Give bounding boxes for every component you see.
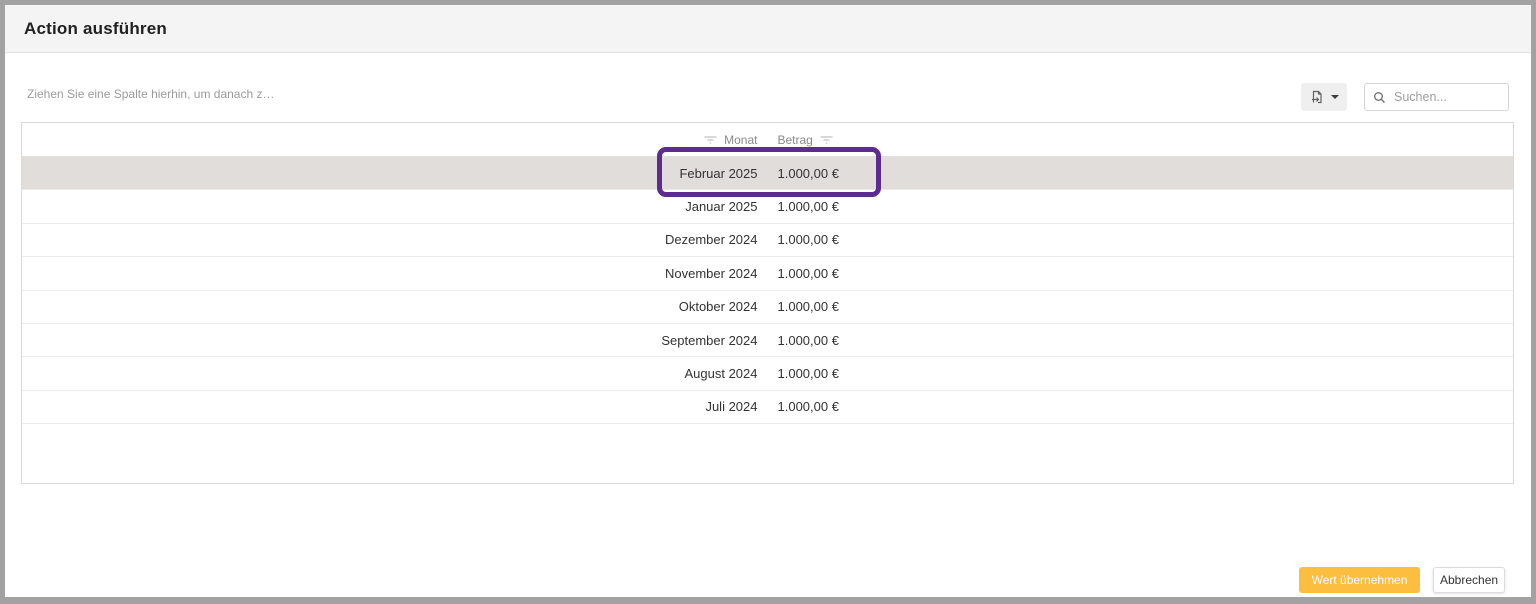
- page-title: Action ausführen: [24, 5, 167, 52]
- header-filter-icon[interactable]: [704, 135, 717, 145]
- apply-value-button[interactable]: Wert übernehmen: [1299, 567, 1420, 593]
- group-panel-hint: Ziehen Sie eine Spalte hierhin, um danac…: [27, 87, 274, 101]
- cell-betrag: 1.000,00 €: [768, 266, 1514, 281]
- chevron-down-icon: [1331, 95, 1339, 99]
- cell-monat: Februar 2025: [22, 166, 768, 181]
- cell-betrag: 1.000,00 €: [768, 366, 1514, 381]
- table-row[interactable]: Juli 2024 1.000,00 €: [22, 391, 1513, 424]
- search-box[interactable]: [1364, 83, 1509, 111]
- data-grid: Monat Betrag Februar 2025 1.000,00 € Jan…: [21, 122, 1514, 484]
- column-header-monat[interactable]: Monat: [22, 133, 768, 147]
- table-row[interactable]: Februar 2025 1.000,00 €: [22, 157, 1513, 190]
- cancel-button[interactable]: Abbrechen: [1433, 567, 1505, 593]
- cell-monat: Oktober 2024: [22, 299, 768, 314]
- cell-betrag: 1.000,00 €: [768, 166, 1514, 181]
- table-row[interactable]: Januar 2025 1.000,00 €: [22, 190, 1513, 223]
- cell-betrag: 1.000,00 €: [768, 399, 1514, 414]
- table-row[interactable]: September 2024 1.000,00 €: [22, 324, 1513, 357]
- table-row[interactable]: August 2024 1.000,00 €: [22, 357, 1513, 390]
- title-bar: Action ausführen: [5, 5, 1531, 53]
- cell-betrag: 1.000,00 €: [768, 232, 1514, 247]
- grid-body: Februar 2025 1.000,00 € Januar 2025 1.00…: [22, 157, 1513, 424]
- export-file-icon: [1309, 89, 1325, 105]
- cell-monat: September 2024: [22, 333, 768, 348]
- export-button[interactable]: [1301, 83, 1347, 111]
- cell-monat: August 2024: [22, 366, 768, 381]
- column-header-label: Betrag: [778, 133, 813, 147]
- grid-header-row: Monat Betrag: [22, 123, 1513, 157]
- cell-monat: Januar 2025: [22, 199, 768, 214]
- cell-betrag: 1.000,00 €: [768, 333, 1514, 348]
- table-row[interactable]: November 2024 1.000,00 €: [22, 257, 1513, 290]
- column-header-label: Monat: [724, 133, 757, 147]
- table-row[interactable]: Dezember 2024 1.000,00 €: [22, 224, 1513, 257]
- table-row[interactable]: Oktober 2024 1.000,00 €: [22, 291, 1513, 324]
- cell-betrag: 1.000,00 €: [768, 299, 1514, 314]
- header-filter-icon[interactable]: [820, 135, 833, 145]
- search-icon: [1373, 91, 1386, 104]
- column-header-betrag[interactable]: Betrag: [768, 133, 1514, 147]
- search-input[interactable]: [1392, 89, 1500, 105]
- cell-monat: Juli 2024: [22, 399, 768, 414]
- cell-monat: Dezember 2024: [22, 232, 768, 247]
- cell-monat: November 2024: [22, 266, 768, 281]
- cell-betrag: 1.000,00 €: [768, 199, 1514, 214]
